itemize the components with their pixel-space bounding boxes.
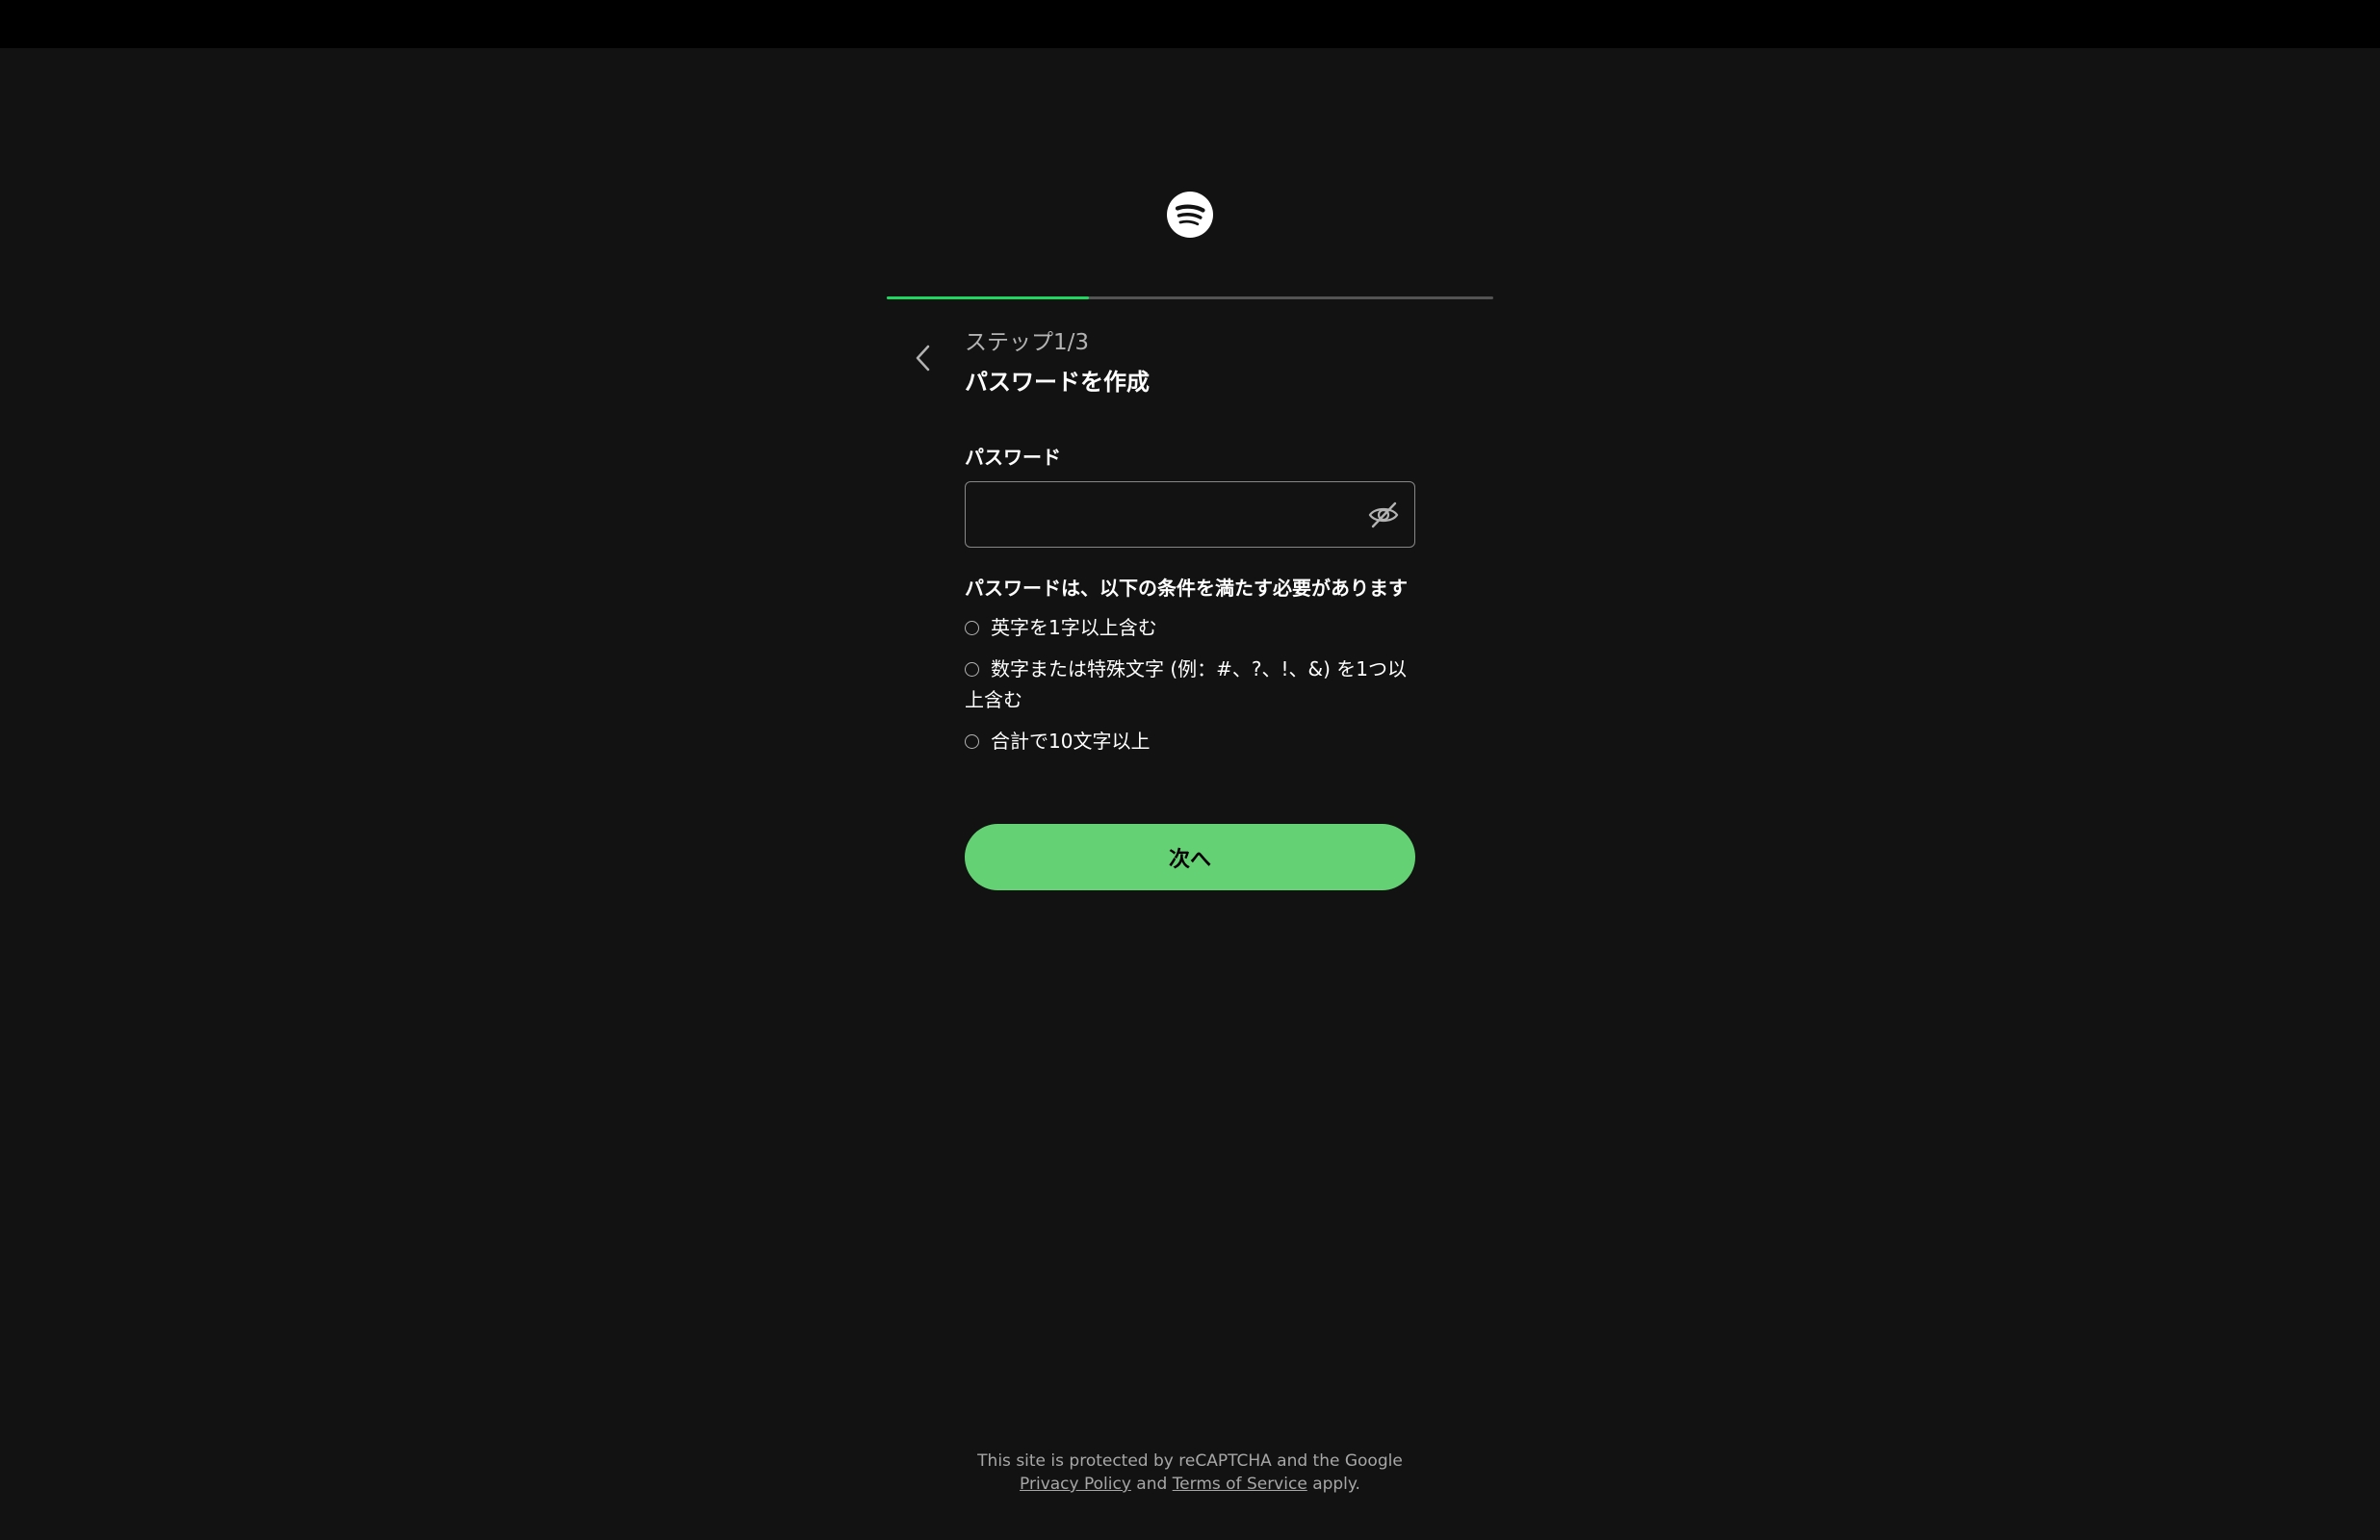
- requirement-item: 合計で10文字以上: [965, 726, 1417, 757]
- password-input[interactable]: [981, 482, 1351, 548]
- recaptcha-text: This site is protected by reCAPTCHA and …: [977, 1451, 1403, 1471]
- next-button[interactable]: 次へ: [965, 824, 1415, 890]
- requirement-item: 英字を1字以上含む: [965, 612, 1417, 643]
- page-title: パスワードを作成: [965, 369, 1150, 396]
- top-bar: [0, 0, 2380, 48]
- requirement-text: 合計で10文字以上: [991, 730, 1151, 753]
- and-text: and: [1136, 1475, 1168, 1494]
- back-button[interactable]: [907, 339, 940, 377]
- toggle-password-visibility-button[interactable]: [1366, 498, 1401, 532]
- terms-of-service-link[interactable]: Terms of Service: [1173, 1475, 1307, 1494]
- password-field: [965, 481, 1415, 548]
- step-indicator: ステップ1/3: [965, 330, 1090, 355]
- requirement-status-icon: [965, 621, 979, 635]
- recaptcha-notice: This site is protected by reCAPTCHA and …: [901, 1450, 1479, 1496]
- requirement-status-icon: [965, 662, 979, 677]
- requirements-title: パスワードは、以下の条件を満たす必要があります: [965, 577, 1408, 600]
- progress-bar-fill: [887, 296, 1089, 299]
- requirement-text: 数字または特殊文字 (例：#、?、!、&) を1つ以上含む: [965, 657, 1408, 711]
- spotify-logo-icon: [1167, 192, 1213, 238]
- apply-text: apply.: [1312, 1475, 1360, 1494]
- progress-bar: [887, 296, 1493, 299]
- privacy-policy-link[interactable]: Privacy Policy: [1020, 1475, 1131, 1494]
- eye-slash-icon: [1368, 501, 1399, 528]
- password-label: パスワード: [965, 446, 1061, 469]
- recaptcha-links: Privacy Policy and Terms of Service appl…: [901, 1473, 1479, 1496]
- requirement-item: 数字または特殊文字 (例：#、?、!、&) を1つ以上含む: [965, 654, 1417, 715]
- chevron-left-icon: [916, 345, 930, 372]
- requirement-text: 英字を1字以上含む: [991, 616, 1157, 639]
- requirement-status-icon: [965, 734, 979, 749]
